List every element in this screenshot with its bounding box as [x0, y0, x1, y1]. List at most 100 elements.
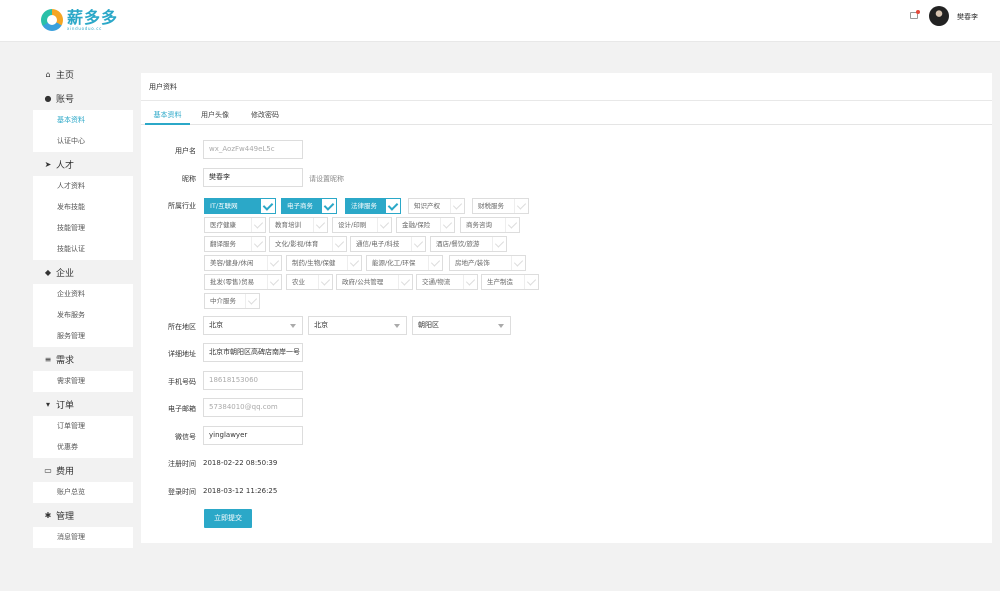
sidebar-section-manage[interactable]: ✱ 管理 — [33, 503, 133, 527]
industry-tag[interactable]: 医疗健康 — [204, 217, 266, 233]
sidebar-section-enterprise[interactable]: ◆ 企业 — [33, 260, 133, 284]
tab-bar: 基本资料 用户头像 修改密码 — [141, 107, 992, 125]
message-icon[interactable] — [910, 10, 920, 19]
tab-change-password[interactable]: 修改密码 — [251, 107, 279, 125]
region-label: 所在地区 — [168, 323, 196, 331]
industry-tag[interactable]: IT/互联网 — [204, 198, 276, 214]
sidebar-item-verification[interactable]: 认证中心 — [33, 131, 133, 152]
checkmark-icon — [251, 237, 265, 251]
cube-icon: ◆ — [44, 267, 52, 277]
sidebar-section-label: 管理 — [56, 511, 75, 522]
checkmark-icon — [313, 218, 327, 232]
industry-tag[interactable]: 教育培训 — [269, 217, 328, 233]
nickname-label: 昵称 — [182, 175, 196, 183]
industry-tag[interactable]: 电子商务 — [281, 198, 337, 214]
logo-subtitle: xinduoduo.cc — [67, 25, 103, 31]
sidebar-item-demand-manage[interactable]: 需求管理 — [33, 371, 133, 392]
industry-tag[interactable]: 房地产/装饰 — [449, 255, 526, 271]
industry-tag-label: 能源/化工/环保 — [372, 259, 416, 267]
sidebar-item-basic-info[interactable]: 基本资料 — [33, 110, 133, 131]
phone-label: 手机号码 — [168, 378, 196, 386]
province-value: 北京 — [209, 321, 223, 329]
sidebar-item-message-manage[interactable]: 消息管理 — [33, 527, 133, 548]
sidebar-item-service-manage[interactable]: 服务管理 — [33, 326, 133, 347]
industry-tag-label: 农业 — [292, 278, 305, 286]
sidebar-section-label: 主页 — [56, 70, 75, 81]
industry-label: 所属行业 — [168, 202, 196, 210]
logo[interactable]: 薪多多 xinduoduo.cc — [41, 9, 118, 31]
industry-tag[interactable]: 美容/健身/休闲 — [204, 255, 282, 271]
checkmark-icon — [514, 199, 528, 213]
user-icon: ● — [44, 93, 52, 103]
industry-tag-label: 生产制造 — [487, 278, 513, 286]
checkmark-icon — [245, 294, 259, 308]
sidebar-item-skill-cert[interactable]: 技能认证 — [33, 239, 133, 260]
sidebar-section-order[interactable]: ▾ 订单 — [33, 392, 133, 416]
logo-text: 薪多多 xinduoduo.cc — [67, 9, 118, 31]
address-label: 详细地址 — [168, 350, 196, 358]
sidebar-item-publish-skill[interactable]: 发布技能 — [33, 197, 133, 218]
logo-mark-icon — [41, 9, 63, 31]
province-select[interactable]: 北京 — [203, 316, 303, 335]
sidebar-section-fees[interactable]: ▭ 费用 — [33, 458, 133, 482]
industry-tag[interactable]: 政府/公共管理 — [336, 274, 413, 290]
industry-tag[interactable]: 批发(零售)贸易 — [204, 274, 282, 290]
tab-basic-info[interactable]: 基本资料 — [145, 107, 190, 125]
industry-tag[interactable]: 生产制造 — [481, 274, 539, 290]
sidebar-section-talent[interactable]: ➤ 人才 — [33, 152, 133, 176]
sidebar-item-enterprise-info[interactable]: 企业资料 — [33, 284, 133, 305]
sidebar-group-fees: 账户总览 — [33, 482, 133, 503]
sidebar-item-account-overview[interactable]: 账户总览 — [33, 482, 133, 503]
industry-tag-label: 中介服务 — [210, 297, 236, 305]
industry-tag-label: 教育培训 — [275, 221, 301, 229]
wechat-label: 微信号 — [175, 433, 196, 441]
industry-tag[interactable]: 文化/影视/体育 — [269, 236, 347, 252]
checkmark-icon — [251, 218, 265, 232]
sidebar-section-label: 企业 — [56, 268, 75, 279]
industry-tag[interactable]: 中介服务 — [204, 293, 260, 309]
avatar[interactable] — [929, 6, 949, 26]
sidebar-item-talent-info[interactable]: 人才资料 — [33, 176, 133, 197]
industry-tag[interactable]: 财税服务 — [472, 198, 529, 214]
industry-tag[interactable]: 商务咨询 — [460, 217, 520, 233]
username[interactable]: 樊春李 — [957, 12, 978, 22]
list-icon: ≡ — [44, 354, 52, 364]
sidebar-item-skill-manage[interactable]: 技能管理 — [33, 218, 133, 239]
industry-tag[interactable]: 制药/生物/保健 — [286, 255, 362, 271]
sidebar-section-demand[interactable]: ≡ 需求 — [33, 347, 133, 371]
industry-tag-label: 知识产权 — [414, 202, 440, 210]
industry-tag[interactable]: 酒店/餐饮/旅游 — [430, 236, 507, 252]
checkmark-icon — [386, 199, 400, 213]
industry-tag[interactable]: 翻译服务 — [204, 236, 266, 252]
sidebar-item-order-manage[interactable]: 订单管理 — [33, 416, 133, 437]
address-input[interactable]: 北京市朝阳区高碑店南岸一号 — [203, 343, 303, 362]
industry-tag[interactable]: 交通/物流 — [416, 274, 478, 290]
sidebar-item-publish-service[interactable]: 发布服务 — [33, 305, 133, 326]
industry-tag[interactable]: 法律服务 — [345, 198, 401, 214]
sidebar-section-home[interactable]: ⌂ 主页 — [33, 62, 133, 86]
sidebar-section-label: 订单 — [56, 400, 75, 411]
industry-tag[interactable]: 设计/印刷 — [332, 217, 392, 233]
city-select[interactable]: 北京 — [308, 316, 407, 335]
industry-tag[interactable]: 知识产权 — [408, 198, 465, 214]
tab-avatar[interactable]: 用户头像 — [201, 107, 229, 125]
industry-tag[interactable]: 能源/化工/环保 — [366, 255, 443, 271]
nickname-input[interactable]: 樊春李 — [203, 168, 303, 187]
sidebar-item-coupon[interactable]: 优惠券 — [33, 437, 133, 458]
email-label: 电子邮箱 — [168, 405, 196, 413]
industry-tag-label: 交通/物流 — [422, 278, 451, 286]
district-select[interactable]: 朝阳区 — [412, 316, 511, 335]
sidebar-section-account[interactable]: ● 账号 — [33, 86, 133, 110]
sidebar-group-manage: 消息管理 — [33, 527, 133, 548]
industry-tag[interactable]: 金融/保险 — [396, 217, 455, 233]
wechat-input[interactable]: yinglawyer — [203, 426, 303, 445]
industry-tag[interactable]: 通信/电子/科技 — [350, 236, 426, 252]
username-label: 用户名 — [175, 147, 196, 155]
checkmark-icon — [524, 275, 538, 289]
chevron-down-icon — [498, 324, 504, 328]
checkmark-icon — [505, 218, 519, 232]
submit-button[interactable]: 立即提交 — [204, 509, 252, 528]
industry-tag[interactable]: 农业 — [286, 274, 333, 290]
industry-tag-label: 制药/生物/保健 — [292, 259, 336, 267]
sidebar-group-demand: 需求管理 — [33, 371, 133, 392]
